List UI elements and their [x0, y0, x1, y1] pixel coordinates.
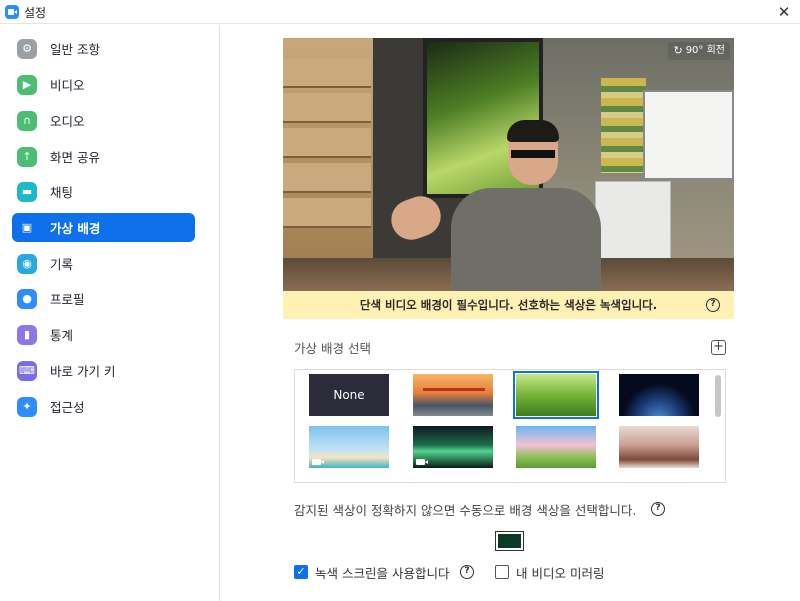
- choose-background-label: 가상 배경 선택: [294, 341, 371, 356]
- manual-color-text: 감지된 색상이 정확하지 않으면 수동으로 배경 색상을 선택합니다.: [294, 503, 637, 518]
- help-icon[interactable]: ?: [651, 502, 665, 516]
- keyboard-icon: ⌨: [17, 360, 37, 381]
- sidebar-item-label: 화면 공유: [50, 150, 100, 165]
- rotate-90-button[interactable]: ↻ 90° 회전: [668, 42, 730, 60]
- sidebar-item-share-screen[interactable]: ↑ 화면 공유: [12, 142, 195, 171]
- sidebar-item-label: 프로필: [50, 292, 85, 307]
- video-background-icon: [312, 459, 321, 465]
- background-color-picker[interactable]: [495, 531, 524, 551]
- sidebar-item-virtual-background[interactable]: ▣ 가상 배경: [12, 213, 195, 242]
- rotate-label: 90° 회전: [685, 45, 725, 56]
- close-button[interactable]: ✕: [774, 2, 794, 22]
- sidebar-item-label: 일반 조항: [50, 42, 100, 57]
- background-thumb-earth[interactable]: [619, 374, 699, 416]
- person-icon: ▣: [21, 221, 33, 234]
- preview-boxes: [283, 38, 373, 291]
- thumb-label: None: [333, 388, 365, 402]
- sidebar-item-label: 통계: [50, 328, 74, 343]
- background-thumb-cherry-trees[interactable]: [619, 426, 699, 468]
- background-gallery: None: [294, 369, 726, 483]
- sidebar-item-accessibility[interactable]: ✦ 접근성: [12, 392, 195, 421]
- video-icon: ▶: [17, 74, 37, 95]
- rotate-icon: ↻: [673, 44, 683, 57]
- help-icon[interactable]: ?: [706, 298, 720, 312]
- background-thumb-none[interactable]: None: [309, 374, 389, 416]
- chat-icon: ▬: [17, 181, 37, 202]
- mirror-video-checkbox[interactable]: [495, 565, 509, 579]
- color-swatch-fill: [498, 534, 521, 548]
- preview-whiteboard: [643, 90, 734, 180]
- gear-icon: ⚙: [17, 38, 37, 59]
- preview-person-hair: [507, 120, 559, 142]
- share-screen-icon: ↑: [17, 146, 37, 167]
- sidebar-item-label: 기록: [50, 257, 74, 272]
- preview-person-glasses: [511, 150, 555, 158]
- add-background-button[interactable]: +: [711, 340, 726, 355]
- sidebar-item-label: 오디오: [50, 114, 85, 129]
- accessibility-icon: ✦: [17, 396, 37, 417]
- sidebar-item-profile[interactable]: ● 프로필: [12, 284, 195, 313]
- headphones-icon: ∩: [17, 110, 37, 131]
- sidebar-item-statistics[interactable]: ▮ 통계: [12, 320, 195, 349]
- sidebar-item-chat[interactable]: ▬ 채팅: [12, 177, 195, 206]
- background-thumb-blossom[interactable]: [516, 426, 596, 468]
- statistics-icon: ▮: [17, 324, 37, 345]
- mirror-video-label: 내 비디오 미러링: [516, 566, 605, 581]
- record-icon: ◉: [17, 253, 37, 274]
- warning-text: 단색 비디오 배경이 필수입니다. 선호하는 색상은 녹색입니다.: [359, 298, 658, 312]
- sidebar-item-label: 비디오: [50, 78, 85, 93]
- preview-person: [451, 188, 601, 298]
- zoom-app-icon: [5, 5, 19, 19]
- green-screen-warning: 단색 비디오 배경이 필수입니다. 선호하는 색상은 녹색입니다. ?: [283, 291, 734, 319]
- gallery-scrollbar[interactable]: [715, 375, 721, 417]
- video-background-icon: [416, 459, 425, 465]
- help-icon[interactable]: ?: [460, 565, 474, 579]
- sidebar-item-audio[interactable]: ∩ 오디오: [12, 106, 195, 135]
- profile-icon: ●: [17, 288, 37, 309]
- sidebar-item-recording[interactable]: ◉ 기록: [12, 249, 195, 278]
- title-bar: 설정 ✕: [0, 0, 800, 24]
- window-title: 설정: [24, 6, 47, 20]
- background-thumb-beach[interactable]: [309, 426, 389, 468]
- sidebar-item-keyboard-shortcuts[interactable]: ⌨ 바로 가기 키: [12, 356, 195, 385]
- background-thumb-aurora[interactable]: [413, 426, 493, 468]
- background-thumb-golden-gate[interactable]: [413, 374, 493, 416]
- sidebar-item-label: 가상 배경: [50, 221, 101, 236]
- green-screen-checkbox[interactable]: ✓: [294, 565, 308, 579]
- video-preview: ↻ 90° 회전 단색 비디오 배경이 필수입니다. 선호하는 색상은 녹색입니…: [283, 38, 734, 319]
- sidebar-item-label: 바로 가기 키: [50, 364, 116, 379]
- sidebar-item-video[interactable]: ▶ 비디오: [12, 70, 195, 99]
- preview-person-hand: [385, 190, 447, 246]
- sidebar-item-label: 채팅: [50, 185, 74, 200]
- preview-wall-charts: [601, 78, 646, 173]
- sidebar-item-general[interactable]: ⚙ 일반 조항: [12, 34, 195, 63]
- background-thumb-grass[interactable]: [513, 371, 599, 419]
- green-screen-label: 녹색 스크린을 사용합니다: [315, 566, 450, 581]
- settings-sidebar: ⚙ 일반 조항 ▶ 비디오 ∩ 오디오 ↑ 화면 공유 ▬ 채팅 ▣ 가상 배경…: [0, 25, 220, 601]
- virtual-background-panel: ↻ 90° 회전 단색 비디오 배경이 필수입니다. 선호하는 색상은 녹색입니…: [221, 25, 800, 601]
- sidebar-item-label: 접근성: [50, 400, 85, 415]
